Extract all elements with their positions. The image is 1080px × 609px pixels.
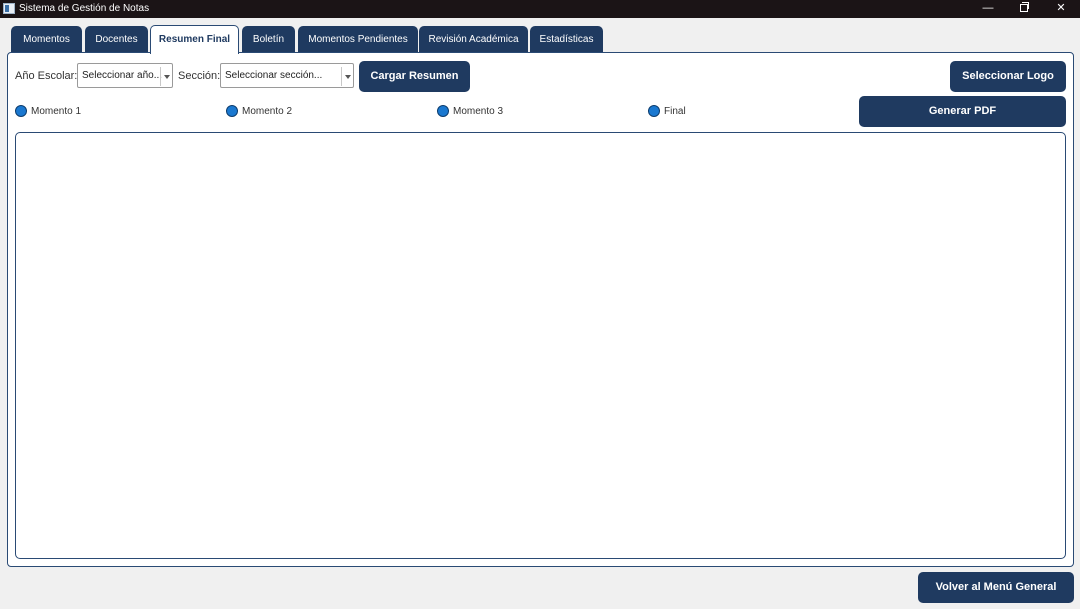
maximize-button[interactable] <box>1009 0 1039 18</box>
minimize-button[interactable]: — <box>973 0 1003 18</box>
year-select-value: Seleccionar año... <box>82 70 163 81</box>
year-label: Año Escolar: <box>15 70 78 82</box>
section-label: Sección: <box>178 70 221 82</box>
select-logo-button[interactable]: Seleccionar Logo <box>950 61 1066 92</box>
section-select[interactable]: Seleccionar sección... <box>220 63 354 88</box>
tab-momentos[interactable]: Momentos <box>11 26 82 53</box>
tab-docentes[interactable]: Docentes <box>85 26 148 53</box>
radio-label: Final <box>664 106 686 117</box>
tab-boletin[interactable]: Boletín <box>242 26 295 53</box>
load-summary-button[interactable]: Cargar Resumen <box>359 61 470 92</box>
generate-pdf-button[interactable]: Generar PDF <box>859 96 1066 127</box>
back-to-menu-button[interactable]: Volver al Menú General <box>918 572 1074 603</box>
chevron-down-icon <box>341 67 353 86</box>
radio-indicator <box>15 105 27 117</box>
tab-resumen-final[interactable]: Resumen Final <box>150 25 239 54</box>
tab-revision-academica[interactable]: Revisión Académica <box>419 26 528 53</box>
summary-content-area[interactable] <box>15 132 1066 559</box>
window-title: Sistema de Gestión de Notas <box>19 3 150 14</box>
restore-icon <box>1020 2 1029 12</box>
section-select-value: Seleccionar sección... <box>225 70 323 81</box>
radio-indicator <box>437 105 449 117</box>
title-bar: Sistema de Gestión de Notas — ✕ <box>0 0 1080 18</box>
year-select[interactable]: Seleccionar año... <box>77 63 173 88</box>
radio-label: Momento 1 <box>31 106 82 117</box>
tab-estadisticas[interactable]: Estadísticas <box>530 26 603 53</box>
radio-indicator <box>648 105 660 117</box>
chevron-down-icon <box>160 67 172 86</box>
tab-momentos-pendientes[interactable]: Momentos Pendientes <box>298 26 418 53</box>
radio-indicator <box>226 105 238 117</box>
close-button[interactable]: ✕ <box>1046 0 1076 18</box>
app-icon <box>3 3 15 14</box>
radio-label: Momento 2 <box>242 106 293 117</box>
radio-label: Momento 3 <box>453 106 504 117</box>
